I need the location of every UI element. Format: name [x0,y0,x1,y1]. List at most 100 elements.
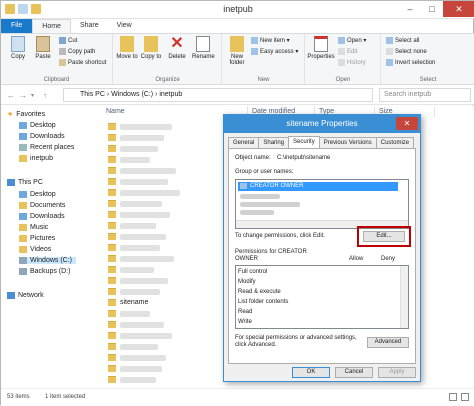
nav-pc-pictures[interactable]: Pictures [19,235,55,242]
rename-button[interactable]: Rename [192,36,215,60]
list-item[interactable] [108,121,172,132]
list-item[interactable] [108,253,174,264]
list-item[interactable] [108,198,162,209]
new-folder-large-icon [230,36,244,52]
apply-button[interactable]: Apply [378,367,416,378]
nav-pc-downloads[interactable]: Downloads [19,213,65,220]
list-item[interactable] [108,220,156,231]
move-to-icon [120,36,134,52]
nav-fav-downloads[interactable]: Downloads [19,133,65,140]
title-bar: inetpub – □ ✕ [1,1,474,19]
search-input[interactable]: Search inetpub [379,88,471,102]
list-item[interactable] [108,352,166,363]
nav-pc-music[interactable]: Music [19,224,48,231]
list-item[interactable] [108,187,180,198]
nav-pc-windows-c[interactable]: Windows (C:) [19,257,77,264]
list-item-selected[interactable]: sitename [108,297,148,308]
nav-pc-videos[interactable]: Videos [19,246,51,253]
tab-home[interactable]: Home [32,19,71,33]
list-item[interactable] [108,209,170,220]
group-user-list[interactable]: CREATOR OWNER [235,179,409,229]
paste-shortcut-button[interactable]: Paste shortcut [59,59,106,66]
list-item[interactable] [240,194,280,199]
advanced-button[interactable]: Advanced [367,337,409,348]
nav-pc-backups-d[interactable]: Backups (D:) [19,268,70,275]
select-none-button[interactable]: Select none [386,48,427,55]
open-group: Properties Open ▾ Edit History Open [306,34,381,85]
maximize-button[interactable]: □ [421,1,443,17]
forward-arrow-icon[interactable]: → [19,91,27,100]
select-all-icon [386,37,393,44]
list-item[interactable] [108,176,168,187]
folder-icon [108,310,116,317]
new-item-button[interactable]: New item ▾ [251,37,290,44]
dialog-close-button[interactable]: ✕ [396,117,418,130]
list-item[interactable] [108,374,156,385]
nav-favorites[interactable]: ★ Favorites [7,110,45,119]
list-item[interactable] [108,319,164,330]
tab-customize[interactable]: Customize [375,137,415,148]
paste-button[interactable]: Paste [32,36,54,60]
list-item[interactable] [108,308,150,319]
nav-fav-desktop[interactable]: Desktop [19,122,56,129]
permissions-list[interactable]: Full control Modify Read & execute List … [235,265,409,329]
large-icons-view-icon[interactable] [461,393,469,401]
nav-fav-inetpub[interactable]: inetpub [19,155,53,162]
list-item[interactable] [108,264,154,275]
list-item[interactable] [240,202,300,207]
up-arrow-icon[interactable]: ↑ [43,91,47,100]
tab-view[interactable]: View [108,19,141,33]
edit-icon [338,48,345,55]
address-box[interactable]: This PC › Windows (C:) › inetpub [63,88,373,102]
history-button[interactable]: History [338,59,366,66]
minimize-button[interactable]: – [399,1,421,17]
details-view-icon[interactable] [449,393,457,401]
delete-button[interactable]: ✕ Delete [166,36,188,61]
list-item[interactable] [240,210,274,215]
new-label: New [257,77,270,83]
ok-button[interactable]: OK [292,367,330,378]
easy-access-button[interactable]: Easy access ▾ [251,48,298,55]
nav-fav-recent[interactable]: Recent places [19,144,74,151]
open-button[interactable]: Open ▾ [338,37,366,44]
close-button[interactable]: ✕ [443,1,474,17]
tab-security[interactable]: Security [288,136,320,148]
invert-selection-button[interactable]: Invert selection [386,59,435,66]
list-item[interactable] [108,242,160,253]
move-to-button[interactable]: Move to [116,36,138,60]
list-item[interactable] [108,286,160,297]
select-all-button[interactable]: Select all [386,37,419,44]
copy-button[interactable]: Copy [7,36,29,60]
tab-general[interactable]: General [228,137,260,148]
cut-button[interactable]: Cut [59,37,77,44]
list-item[interactable] [108,363,162,374]
list-item[interactable] [108,143,158,154]
history-dropdown-icon[interactable]: ▾ [31,92,34,99]
list-item[interactable] [108,165,176,176]
clipboard-label: Clipboard [43,77,70,83]
tab-share[interactable]: Share [71,19,108,33]
tab-file[interactable]: File [1,19,33,33]
list-item[interactable] [108,132,164,143]
tab-sharing[interactable]: Sharing [258,137,290,148]
edit-button[interactable]: Edit [338,48,357,55]
nav-pc-documents[interactable]: Documents [19,202,65,209]
list-item[interactable] [108,341,158,352]
new-folder-button[interactable]: New folder [225,36,249,66]
tab-previous-versions[interactable]: Previous Versions [318,137,377,148]
list-item[interactable] [108,275,168,286]
list-item-creator-owner[interactable]: CREATOR OWNER [238,182,398,191]
copy-path-button[interactable]: Copy path [59,48,95,55]
cancel-button[interactable]: Cancel [335,367,373,378]
nav-pc-desktop[interactable]: Desktop [19,191,56,198]
back-arrow-icon[interactable]: ← [7,91,15,100]
copy-to-button[interactable]: Copy to [140,36,162,60]
vertical-scrollbar[interactable] [400,266,408,328]
list-item[interactable] [108,330,172,341]
properties-button[interactable]: Properties [306,36,336,60]
nav-network[interactable]: Network [7,292,44,299]
list-item[interactable] [108,154,150,165]
nav-this-pc[interactable]: This PC [7,179,43,186]
list-item[interactable] [108,231,166,242]
copy-to-icon [144,36,158,52]
